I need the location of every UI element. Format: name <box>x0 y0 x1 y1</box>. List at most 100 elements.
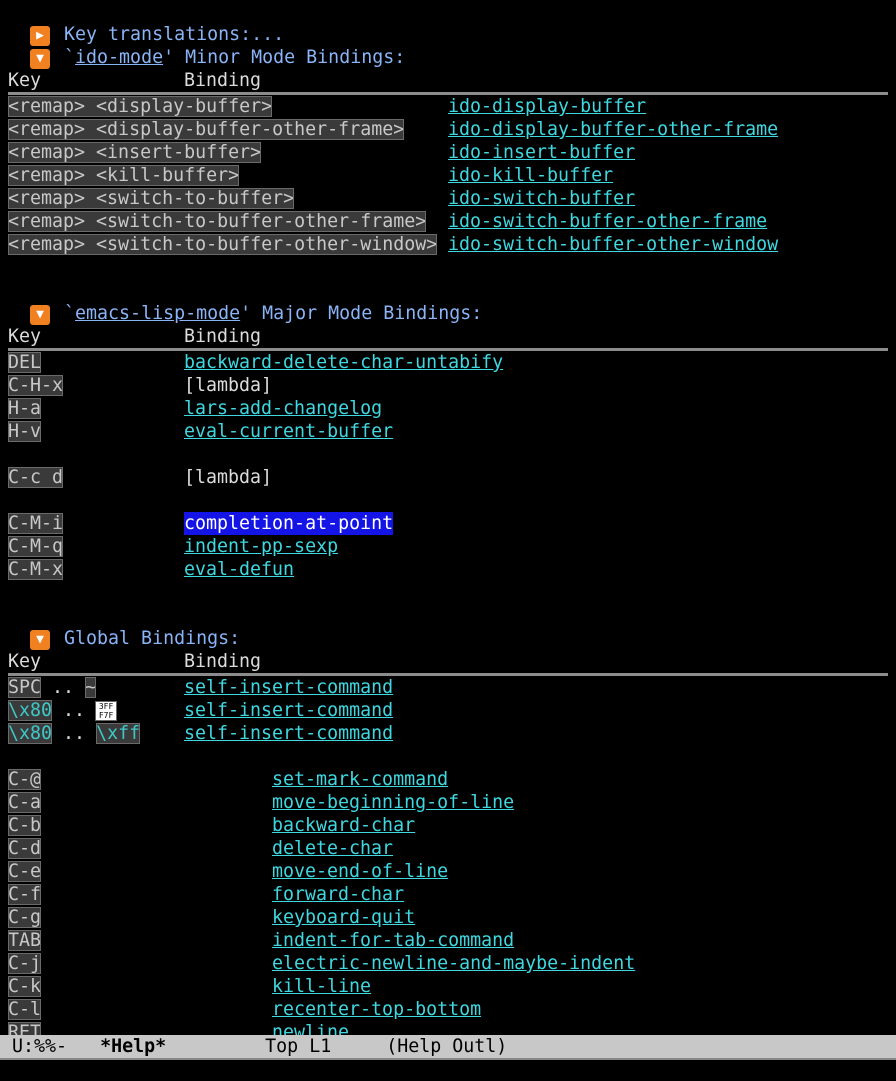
command-link[interactable]: ido-display-buffer-other-frame <box>448 118 778 141</box>
key-label: C-d <box>8 838 42 859</box>
command-link[interactable]: move-beginning-of-line <box>272 791 514 814</box>
key-translations-heading[interactable]: ▶ Key translations:... <box>8 0 284 46</box>
key-label: DEL <box>8 352 42 373</box>
range-separator: .. <box>52 700 97 721</box>
command-link[interactable]: kill-line <box>272 975 371 998</box>
command-link[interactable]: ido-display-buffer <box>448 95 646 118</box>
command-link[interactable]: move-end-of-line <box>272 860 448 883</box>
global-bindings-heading: ▼ Global Bindings: <box>8 604 240 650</box>
key-label: <remap> <switch-to-buffer> <box>8 188 295 209</box>
key-label: C-b <box>8 815 42 836</box>
binding-key: <remap> <kill-buffer> <box>8 164 240 187</box>
key-label: <remap> <display-buffer-other-frame> <box>8 119 405 140</box>
binding-key: C-M-x <box>8 558 64 581</box>
key-label: C-c d <box>8 467 64 488</box>
ido-mode-link[interactable]: ido-mode <box>75 47 163 68</box>
major-mode[interactable]: (Help Outl) <box>386 1036 507 1057</box>
binding-key: C-j <box>8 952 42 975</box>
key-label: C-M-x <box>8 559 64 580</box>
lambda-binding: [lambda] <box>184 375 273 396</box>
elisp-table-header: Key <box>8 326 42 347</box>
binding-key: C-f <box>8 883 42 906</box>
binding-key: C-@ <box>8 768 42 791</box>
command-link[interactable]: recenter-top-bottom <box>272 998 481 1021</box>
mode-line[interactable]: U:%%- *Help* Top L1 (Help Outl) <box>0 1035 896 1060</box>
key-label: C-H-x <box>8 375 64 396</box>
binding-key: C-l <box>8 998 42 1021</box>
command-link[interactable]: ido-kill-buffer <box>448 164 613 187</box>
key-label: C-M-i <box>8 513 64 534</box>
binding-key: <remap> <display-buffer-other-frame> <box>8 118 405 141</box>
key-label: C-k <box>8 976 42 997</box>
command-link[interactable]: keyboard-quit <box>272 906 415 929</box>
expanded-triangle-icon[interactable]: ▼ <box>30 630 51 650</box>
range-start-key: SPC <box>8 677 42 698</box>
command-link[interactable]: forward-char <box>272 883 404 906</box>
minibuffer[interactable] <box>0 1060 896 1081</box>
binding-key: DEL <box>8 351 42 374</box>
ido-mode-heading: ▼ `ido-mode' Minor Mode Bindings: <box>8 23 405 69</box>
range-separator: .. <box>41 677 86 698</box>
binding-key: <remap> <switch-to-buffer> <box>8 187 295 210</box>
binding-key: <remap> <insert-buffer> <box>8 141 262 164</box>
emacs-lisp-mode-link[interactable]: emacs-lisp-mode <box>75 303 240 324</box>
command-link[interactable]: ido-switch-buffer-other-frame <box>448 210 767 233</box>
expanded-triangle-icon[interactable]: ▼ <box>30 305 51 325</box>
binding-key: C-a <box>8 791 42 814</box>
command-link[interactable]: set-mark-command <box>272 768 448 791</box>
buffer-name[interactable]: *Help* <box>100 1036 166 1057</box>
binding-key-range: \x80 .. 3FF F7F <box>8 699 118 722</box>
binding-key: C-H-x <box>8 374 64 397</box>
binding-key: <remap> <switch-to-buffer-other-window> <box>8 233 438 256</box>
binding-key: <remap> <display-buffer> <box>8 95 273 118</box>
command-link[interactable]: electric-newline-and-maybe-indent <box>272 952 635 975</box>
expanded-triangle-icon[interactable]: ▼ <box>30 49 51 69</box>
range-start-key: \x80 <box>8 723 53 744</box>
binding-key: TAB <box>8 929 42 952</box>
binding-key: H-a <box>8 397 42 420</box>
buffer-status: U:%%- <box>12 1036 68 1057</box>
key-label: C-a <box>8 792 42 813</box>
command-link[interactable]: indent-for-tab-command <box>272 929 514 952</box>
elisp-table-header-binding: Binding <box>184 326 262 347</box>
key-label: <remap> <kill-buffer> <box>8 165 240 186</box>
key-label: <remap> <insert-buffer> <box>8 142 262 163</box>
command-link[interactable]: ido-switch-buffer-other-window <box>448 233 778 256</box>
command-link[interactable]: self-insert-command <box>184 722 393 745</box>
key-label: <remap> <switch-to-buffer-other-frame> <box>8 211 427 232</box>
range-start-key: \x80 <box>8 700 53 721</box>
command-link[interactable]: ido-switch-buffer <box>448 187 635 210</box>
range-end-key: \xff <box>96 723 141 744</box>
command-link[interactable]: backward-char <box>272 814 415 837</box>
global-table-header: Key <box>8 651 42 672</box>
ido-table-header-binding: Binding <box>184 70 262 91</box>
key-label: H-a <box>8 398 42 419</box>
command-link[interactable]: ido-insert-buffer <box>448 141 635 164</box>
command-link[interactable]: completion-at-point <box>184 512 394 535</box>
command-link[interactable]: eval-defun <box>184 558 294 581</box>
command-link[interactable]: indent-pp-sexp <box>184 535 338 558</box>
command-link[interactable]: delete-char <box>272 837 393 860</box>
binding-key: H-v <box>8 420 42 443</box>
unprintable-glyph-icon: 3FF F7F <box>95 701 118 721</box>
binding-key: C-b <box>8 814 42 837</box>
binding-key: C-d <box>8 837 42 860</box>
command-link[interactable]: self-insert-command <box>184 699 393 722</box>
key-label: C-g <box>8 907 42 928</box>
command-link[interactable]: lars-add-changelog <box>184 397 382 420</box>
binding-key: C-M-i <box>8 512 64 535</box>
binding-key-range: SPC .. ~ <box>8 676 97 699</box>
command-link[interactable]: self-insert-command <box>184 676 393 699</box>
elisp-mode-heading: ▼ `emacs-lisp-mode' Major Mode Bindings: <box>8 279 482 325</box>
key-label: C-e <box>8 861 42 882</box>
key-label: C-M-q <box>8 536 64 557</box>
key-label: TAB <box>8 930 42 951</box>
range-separator: .. <box>52 723 97 744</box>
buffer-position: Top L1 <box>265 1036 332 1057</box>
binding-key: C-g <box>8 906 42 929</box>
binding-key-range: \x80 .. \xff <box>8 722 141 745</box>
binding-key: C-e <box>8 860 42 883</box>
range-end-key: ~ <box>85 677 97 698</box>
command-link[interactable]: backward-delete-char-untabify <box>184 351 503 374</box>
command-link[interactable]: eval-current-buffer <box>184 420 393 443</box>
